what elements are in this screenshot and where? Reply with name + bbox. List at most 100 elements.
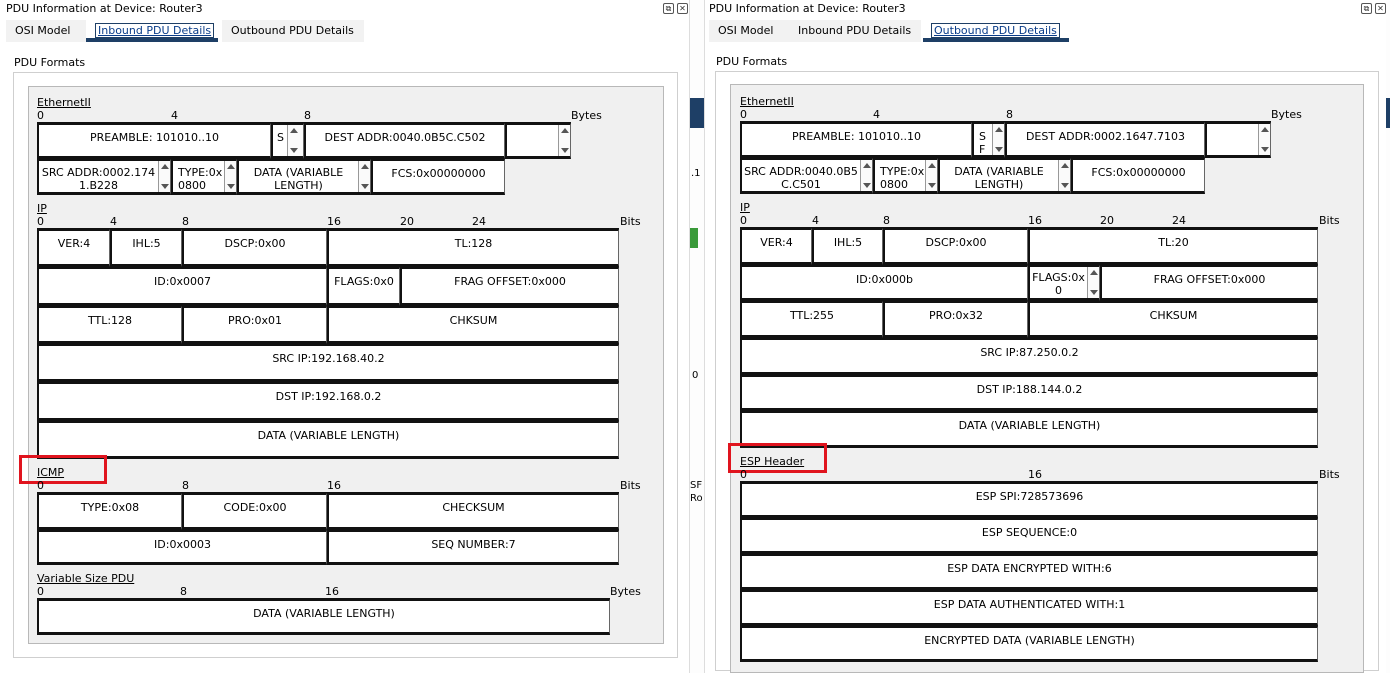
ip-header-title: IP [740, 201, 750, 214]
tab-osi-model[interactable]: OSI Model [6, 20, 86, 42]
ip-src: SRC IP:87.250.0.2 [740, 338, 1318, 375]
value: TTL:255 [789, 309, 835, 322]
eth-dest-overflow[interactable] [505, 123, 571, 159]
tick: 0 [37, 215, 44, 228]
spinner[interactable] [860, 160, 872, 191]
background-fragment: Ro [690, 493, 703, 504]
esp-authenticated-with: ESP DATA AUTHENTICATED WITH:1 [740, 590, 1318, 626]
tick: 0 [37, 585, 44, 598]
icmp-type: TYPE:0x08 [37, 493, 182, 530]
ip-frag-offset: FRAG OFFSET:0x000 [1100, 265, 1318, 301]
ip-tl: TL:20 [1028, 228, 1318, 265]
value: S [277, 131, 284, 144]
tab-label: Inbound PDU Details [95, 23, 215, 38]
background-fragment: SF [690, 480, 703, 491]
eth-data[interactable]: DATA (VARIABLE LENGTH) [938, 158, 1071, 194]
tick: 16 [327, 215, 341, 228]
value: ID:0x0003 [154, 538, 211, 551]
value: FCS:0x00000000 [1091, 166, 1186, 179]
spinner[interactable] [1058, 160, 1070, 191]
esp-header-title: ESP Header [740, 455, 805, 468]
tab-label: Outbound PDU Details [231, 24, 354, 37]
esp-spi: ESP SPI:728573696 [740, 482, 1318, 518]
tick: 4 [171, 109, 178, 122]
eth-src-addr[interactable]: SRC ADDR:0002.1741.B228 [37, 159, 171, 195]
value: PRO:0x01 [228, 314, 282, 327]
value: ESP DATA ENCRYPTED WITH:6 [947, 562, 1112, 575]
ip-chksum: CHKSUM [327, 306, 619, 344]
tab-inbound-pdu-details[interactable]: Inbound PDU Details [86, 20, 218, 42]
value: DST IP:192.168.0.2 [275, 390, 382, 403]
ip-flags: FLAGS:0x0 [327, 267, 400, 306]
tab-inbound-pdu-details[interactable]: Inbound PDU Details [789, 20, 921, 42]
unit-label: Bits [620, 479, 641, 492]
tab-osi-model[interactable]: OSI Model [709, 20, 789, 42]
value: DEST ADDR:0040.0B5C.C502 [324, 131, 486, 144]
tick: 8 [1006, 108, 1013, 121]
esp-encrypted-with: ESP DATA ENCRYPTED WITH:6 [740, 554, 1318, 590]
ip-header-title: IP [37, 202, 47, 215]
spinner[interactable] [1087, 267, 1099, 298]
ethernet-header-title: EthernetII [740, 95, 794, 108]
unit-label: Bits [1319, 468, 1340, 481]
tick: 8 [180, 585, 187, 598]
tick: 20 [1100, 214, 1114, 227]
unit-label: Bytes [1271, 108, 1302, 121]
value: DSCP:0x00 [925, 236, 987, 249]
close-icon[interactable]: ✕ [1375, 3, 1386, 14]
icmp-seq: SEQ NUMBER:7 [327, 530, 619, 565]
spinner[interactable] [992, 124, 1004, 155]
tab-label: Outbound PDU Details [931, 23, 1060, 38]
value: VER:4 [57, 237, 91, 250]
spinner[interactable] [1258, 124, 1270, 155]
tab-outbound-pdu-details[interactable]: Outbound PDU Details [222, 20, 364, 42]
value: DEST ADDR:0002.1647.7103 [1025, 130, 1186, 143]
tab-outbound-pdu-details[interactable]: Outbound PDU Details [923, 20, 1069, 42]
eth-src-addr[interactable]: SRC ADDR:0040.0B5C.C501 [740, 158, 873, 194]
window-title: PDU Information at Device: Router3 [0, 0, 689, 18]
background-fragment: .1 [691, 168, 701, 179]
pdu-formats-label: PDU Formats [14, 56, 86, 69]
eth-type[interactable]: TYPE:0x0800 [873, 158, 938, 194]
tick: 24 [472, 215, 486, 228]
restore-icon[interactable]: ⧉ [1361, 3, 1372, 14]
tick: 16 [1028, 214, 1042, 227]
value: SEQ NUMBER:7 [431, 538, 516, 551]
spinner[interactable] [558, 125, 570, 156]
spinner[interactable] [925, 160, 937, 191]
ip-src: SRC IP:192.168.40.2 [37, 344, 619, 382]
value: DSCP:0x00 [224, 237, 286, 250]
value: ESP DATA AUTHENTICATED WITH:1 [933, 598, 1126, 611]
spinner[interactable] [158, 161, 170, 192]
tick: 16 [325, 585, 339, 598]
value: ESP SEQUENCE:0 [981, 526, 1078, 539]
value: ENCRYPTED DATA (VARIABLE LENGTH) [924, 634, 1135, 647]
close-icon[interactable]: ✕ [677, 3, 688, 14]
value: FRAG OFFSET:0x000 [1153, 273, 1266, 286]
spinner[interactable] [287, 125, 303, 156]
value: FLAGS:0x0 [334, 275, 394, 288]
spinner[interactable] [358, 161, 370, 192]
eth-sfd-field[interactable]: S [271, 123, 304, 159]
value: DATA (VARIABLE LENGTH) [253, 607, 395, 620]
value: DATA (VARIABLE LENGTH) [954, 165, 1044, 191]
tab-label: OSI Model [15, 24, 71, 37]
tick: 0 [37, 479, 44, 492]
restore-icon[interactable]: ⧉ [663, 3, 674, 14]
value: SRC IP:87.250.0.2 [980, 346, 1079, 359]
spinner[interactable] [224, 161, 236, 192]
value: SRC IP:192.168.40.2 [272, 352, 385, 365]
eth-type[interactable]: TYPE:0x0800 [171, 159, 237, 195]
eth-data[interactable]: DATA (VARIABLE LENGTH) [237, 159, 371, 195]
value: CODE:0x00 [223, 501, 287, 514]
eth-dest-overflow[interactable] [1205, 122, 1271, 158]
value: TL:128 [454, 237, 493, 250]
value: VER:4 [760, 236, 793, 249]
ethernet-header-title: EthernetII [37, 96, 91, 109]
ip-flags[interactable]: FLAGS:0x0 [1028, 265, 1100, 301]
tick: 0 [37, 109, 44, 122]
value: TTL:128 [87, 314, 133, 327]
eth-sfd-field[interactable]: SF [972, 122, 1005, 158]
icmp-checksum: CHECKSUM [327, 493, 619, 530]
tab-label: OSI Model [718, 24, 774, 37]
